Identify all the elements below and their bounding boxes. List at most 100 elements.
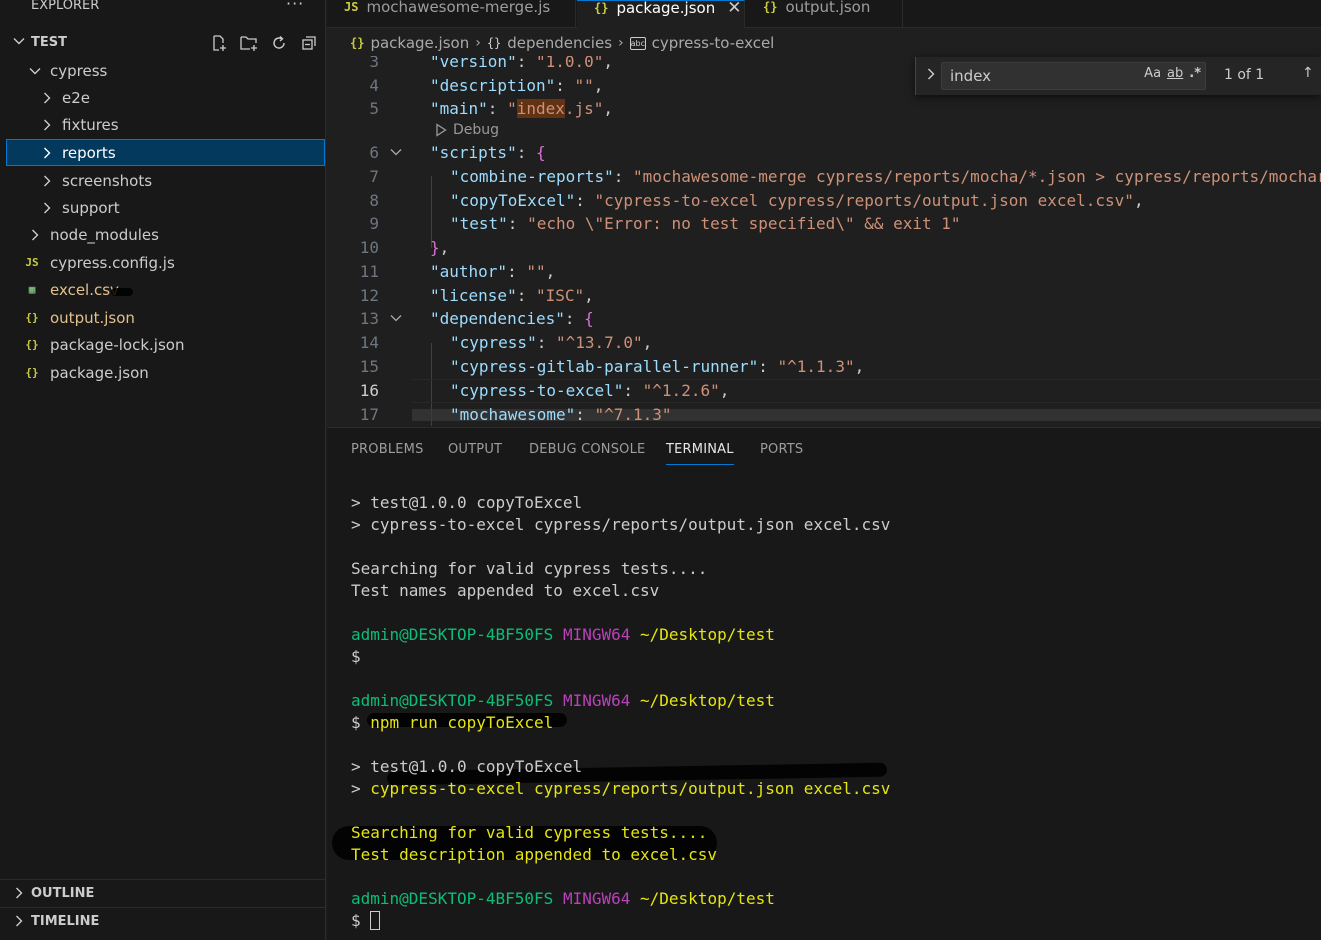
tree-folder-screenshots[interactable]: screenshots bbox=[6, 167, 325, 194]
toggle-replace-chevron-icon[interactable] bbox=[924, 67, 938, 81]
terminal-line: > test@1.0.0 copyToExcel bbox=[351, 757, 583, 776]
tree-file-package-json[interactable]: {} package.json bbox=[6, 359, 325, 386]
tree-folder-reports[interactable]: reports bbox=[6, 139, 325, 166]
terminal-cursor bbox=[370, 911, 381, 930]
debug-codelens[interactable]: Debug bbox=[435, 122, 499, 138]
breadcrumb-leaf[interactable]: cypress-to-excel bbox=[652, 34, 775, 52]
tree-item-label: fixtures bbox=[62, 115, 119, 134]
breadcrumb-file[interactable]: package.json bbox=[370, 34, 469, 52]
code-line: 8 "copyToExcel": "cypress-to-excel cypre… bbox=[327, 189, 1321, 213]
tree-item-label: package.json bbox=[50, 363, 149, 382]
code-line: 9 "test": "echo \"Error: no test specifi… bbox=[327, 212, 1321, 236]
terminal-line: Test names appended to excel.csv bbox=[351, 581, 660, 600]
json-file-icon: {} bbox=[25, 311, 39, 324]
tree-folder-fixtures[interactable]: fixtures bbox=[6, 111, 325, 138]
new-folder-icon[interactable] bbox=[237, 32, 260, 54]
breadcrumb-section[interactable]: dependencies bbox=[507, 34, 612, 52]
panel-tab-ports[interactable]: PORTS bbox=[760, 442, 803, 457]
new-file-icon[interactable] bbox=[207, 32, 230, 54]
tree-item-label: excel.csv bbox=[50, 280, 119, 299]
code-line: 5 "main": "index.js", bbox=[327, 97, 1321, 121]
javascript-file-icon: JS bbox=[25, 256, 39, 269]
json-key: "dependencies" bbox=[430, 309, 565, 328]
tree-file-output-json[interactable]: {} output.json bbox=[6, 304, 325, 331]
json-value: "1.0.0" bbox=[535, 56, 604, 71]
terminal-prompt: admin@DESKTOP-4BF50FS MINGW64 ~/Desktop/… bbox=[351, 889, 775, 908]
editor-tab-bar: JS mochawesome-merge.js {} package.json … bbox=[327, 0, 1321, 28]
csv-file-icon: ▦ bbox=[28, 283, 36, 296]
code-line: 15 "cypress-gitlab-parallel-runner": "^1… bbox=[327, 355, 1321, 379]
code-editor[interactable]: 3 "version": "1.0.0", 4 "description": "… bbox=[327, 56, 1321, 426]
tab-output-json[interactable]: {} output.json bbox=[746, 0, 903, 28]
panel-tab-terminal[interactable]: TERMINAL bbox=[666, 442, 734, 465]
line-number: 15 bbox=[359, 357, 379, 376]
json-value: "ISC" bbox=[535, 286, 585, 305]
json-value: "cypress-to-excel cypress/reports/output… bbox=[594, 191, 1134, 210]
line-number: 4 bbox=[369, 76, 379, 95]
tree-folder-e2e[interactable]: e2e bbox=[6, 84, 325, 111]
tree-file-excel-csv[interactable]: ▦ excel.csv bbox=[6, 276, 325, 303]
close-icon[interactable]: ✕ bbox=[727, 0, 741, 18]
line-number: 12 bbox=[359, 286, 379, 305]
terminal-input-line[interactable]: $ bbox=[351, 911, 381, 933]
chevron-right-icon bbox=[40, 174, 54, 188]
json-value: "^7.1.3" bbox=[594, 405, 672, 424]
section-outline-header[interactable]: OUTLINE bbox=[0, 879, 326, 905]
json-value: "echo \"Error: no test specified\" && ex… bbox=[527, 214, 961, 233]
json-value: "^1.1.3" bbox=[777, 357, 855, 376]
javascript-file-icon: JS bbox=[344, 0, 359, 14]
tab-mochawesome-merge[interactable]: JS mochawesome-merge.js bbox=[327, 0, 576, 28]
terminal-line: Test description appended to excel.csv bbox=[351, 845, 718, 864]
more-actions-button[interactable]: ··· bbox=[286, 0, 304, 13]
fold-chevron-icon[interactable] bbox=[389, 145, 403, 159]
panel-tab-problems[interactable]: PROBLEMS bbox=[351, 442, 424, 457]
line-number: 6 bbox=[369, 143, 379, 162]
panel-tab-output[interactable]: OUTPUT bbox=[448, 442, 502, 457]
json-key: "cypress-gitlab-parallel-runner" bbox=[450, 357, 759, 376]
code-line: 7 "combine-reports": "mochawesome-merge … bbox=[327, 165, 1321, 189]
terminal-prompt: admin@DESKTOP-4BF50FS MINGW64 ~/Desktop/… bbox=[351, 691, 775, 710]
chevron-right-icon: › bbox=[475, 35, 481, 51]
tree-file-cypress-config[interactable]: JS cypress.config.js bbox=[6, 249, 325, 276]
panel-tab-debug-console[interactable]: DEBUG CONSOLE bbox=[529, 442, 645, 457]
line-number: 8 bbox=[369, 191, 379, 210]
find-input[interactable]: index Aa ab .* bbox=[941, 62, 1206, 90]
terminal-prompt: admin@DESKTOP-4BF50FS MINGW64 ~/Desktop/… bbox=[351, 625, 775, 644]
tree-item-label: screenshots bbox=[62, 171, 153, 190]
collapse-all-icon[interactable] bbox=[297, 32, 320, 54]
chevron-right-icon bbox=[12, 914, 26, 928]
json-key: "test" bbox=[450, 214, 508, 233]
terminal-line: > cypress-to-excel cypress/reports/outpu… bbox=[351, 779, 891, 798]
tab-package-json[interactable]: {} package.json ✕ bbox=[577, 0, 745, 28]
line-number: 14 bbox=[359, 333, 379, 352]
tree-item-label: package-lock.json bbox=[50, 335, 185, 354]
chevron-right-icon bbox=[40, 146, 54, 160]
fold-chevron-icon[interactable] bbox=[389, 311, 403, 325]
section-actions bbox=[207, 32, 320, 54]
terminal-line: Searching for valid cypress tests.... bbox=[351, 559, 708, 578]
refresh-icon[interactable] bbox=[267, 32, 290, 54]
tree-file-package-lock-json[interactable]: {} package-lock.json bbox=[6, 331, 325, 358]
line-number: 11 bbox=[359, 262, 379, 281]
tree-folder-node-modules[interactable]: node_modules bbox=[6, 221, 325, 248]
previous-match-arrow-icon[interactable]: ↑ bbox=[1302, 65, 1314, 81]
section-timeline-header[interactable]: TIMELINE bbox=[0, 907, 326, 933]
line-number: 17 bbox=[359, 405, 379, 424]
match-case-toggle[interactable]: Aa bbox=[1144, 66, 1161, 81]
terminal-line: $ bbox=[351, 647, 361, 666]
line-number: 5 bbox=[369, 99, 379, 118]
tab-label: output.json bbox=[785, 0, 871, 16]
line-number: 10 bbox=[359, 238, 379, 257]
json-key: "combine-reports" bbox=[450, 167, 614, 186]
tree-folder-support[interactable]: support bbox=[6, 194, 325, 221]
line-number: 7 bbox=[369, 167, 379, 186]
match-whole-word-toggle[interactable]: ab bbox=[1167, 66, 1183, 81]
json-key: "version" bbox=[430, 56, 517, 71]
regex-toggle[interactable]: .* bbox=[1189, 66, 1201, 81]
codelens-label: Debug bbox=[453, 122, 500, 138]
json-key: "mochawesome" bbox=[450, 405, 576, 424]
json-file-icon: {} bbox=[594, 1, 609, 15]
section-test-header[interactable]: TEST bbox=[0, 30, 326, 56]
tree-folder-cypress[interactable]: cypress bbox=[6, 57, 325, 84]
line-number: 13 bbox=[359, 309, 379, 328]
